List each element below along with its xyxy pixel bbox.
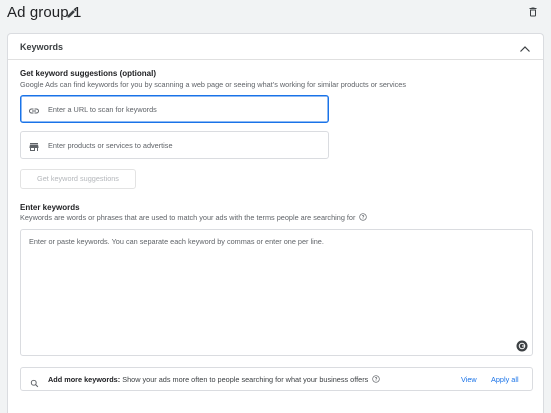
help-icon[interactable] (372, 375, 380, 383)
trash-icon[interactable] (527, 5, 539, 19)
ad-group-page: Ad group 1 Keywords Get keyword suggesti… (0, 0, 551, 413)
keywords-textarea[interactable]: Enter or paste keywords. You can separat… (20, 229, 533, 356)
keywords-card-header[interactable]: Keywords (8, 34, 543, 60)
link-icon (28, 104, 40, 116)
enter-keywords-title: Enter keywords (20, 203, 80, 212)
help-icon[interactable] (359, 213, 368, 221)
add-more-keywords-description: Show your ads more often to people searc… (122, 375, 369, 384)
card-title: Keywords (20, 42, 64, 52)
storefront-icon (28, 140, 40, 152)
add-more-keywords-text: Add more keywords: Show your ads more of… (48, 375, 380, 384)
grammar-check-icon[interactable] (516, 339, 528, 352)
get-keyword-suggestions-button[interactable]: Get keyword suggestions (20, 169, 136, 189)
url-input-placeholder: Enter a URL to scan for keywords (48, 105, 157, 114)
view-link[interactable]: View (461, 375, 477, 384)
apply-all-link[interactable]: Apply all (491, 375, 519, 384)
ad-group-header: Ad group 1 (0, 0, 551, 28)
chevron-up-icon[interactable] (519, 41, 531, 52)
suggestions-title: Get keyword suggestions (optional) (20, 69, 157, 78)
url-input[interactable]: Enter a URL to scan for keywords (20, 95, 329, 123)
pencil-icon[interactable] (66, 6, 78, 18)
enter-keywords-description: Keywords are words or phrases that are u… (20, 213, 356, 222)
products-input-placeholder: Enter products or services to advertise (48, 141, 173, 150)
enter-keywords-description-row: Keywords are words or phrases that are u… (20, 213, 368, 222)
search-icon (30, 375, 39, 388)
keywords-textarea-placeholder: Enter or paste keywords. You can separat… (29, 237, 324, 246)
suggestions-description: Google Ads can find keywords for you by … (20, 80, 406, 89)
add-more-keywords-bar: Add more keywords: Show your ads more of… (20, 367, 533, 391)
add-more-keywords-label: Add more keywords: (48, 375, 121, 384)
keywords-card: Keywords Get keyword suggestions (option… (7, 33, 544, 413)
products-input[interactable]: Enter products or services to advertise (20, 131, 329, 159)
